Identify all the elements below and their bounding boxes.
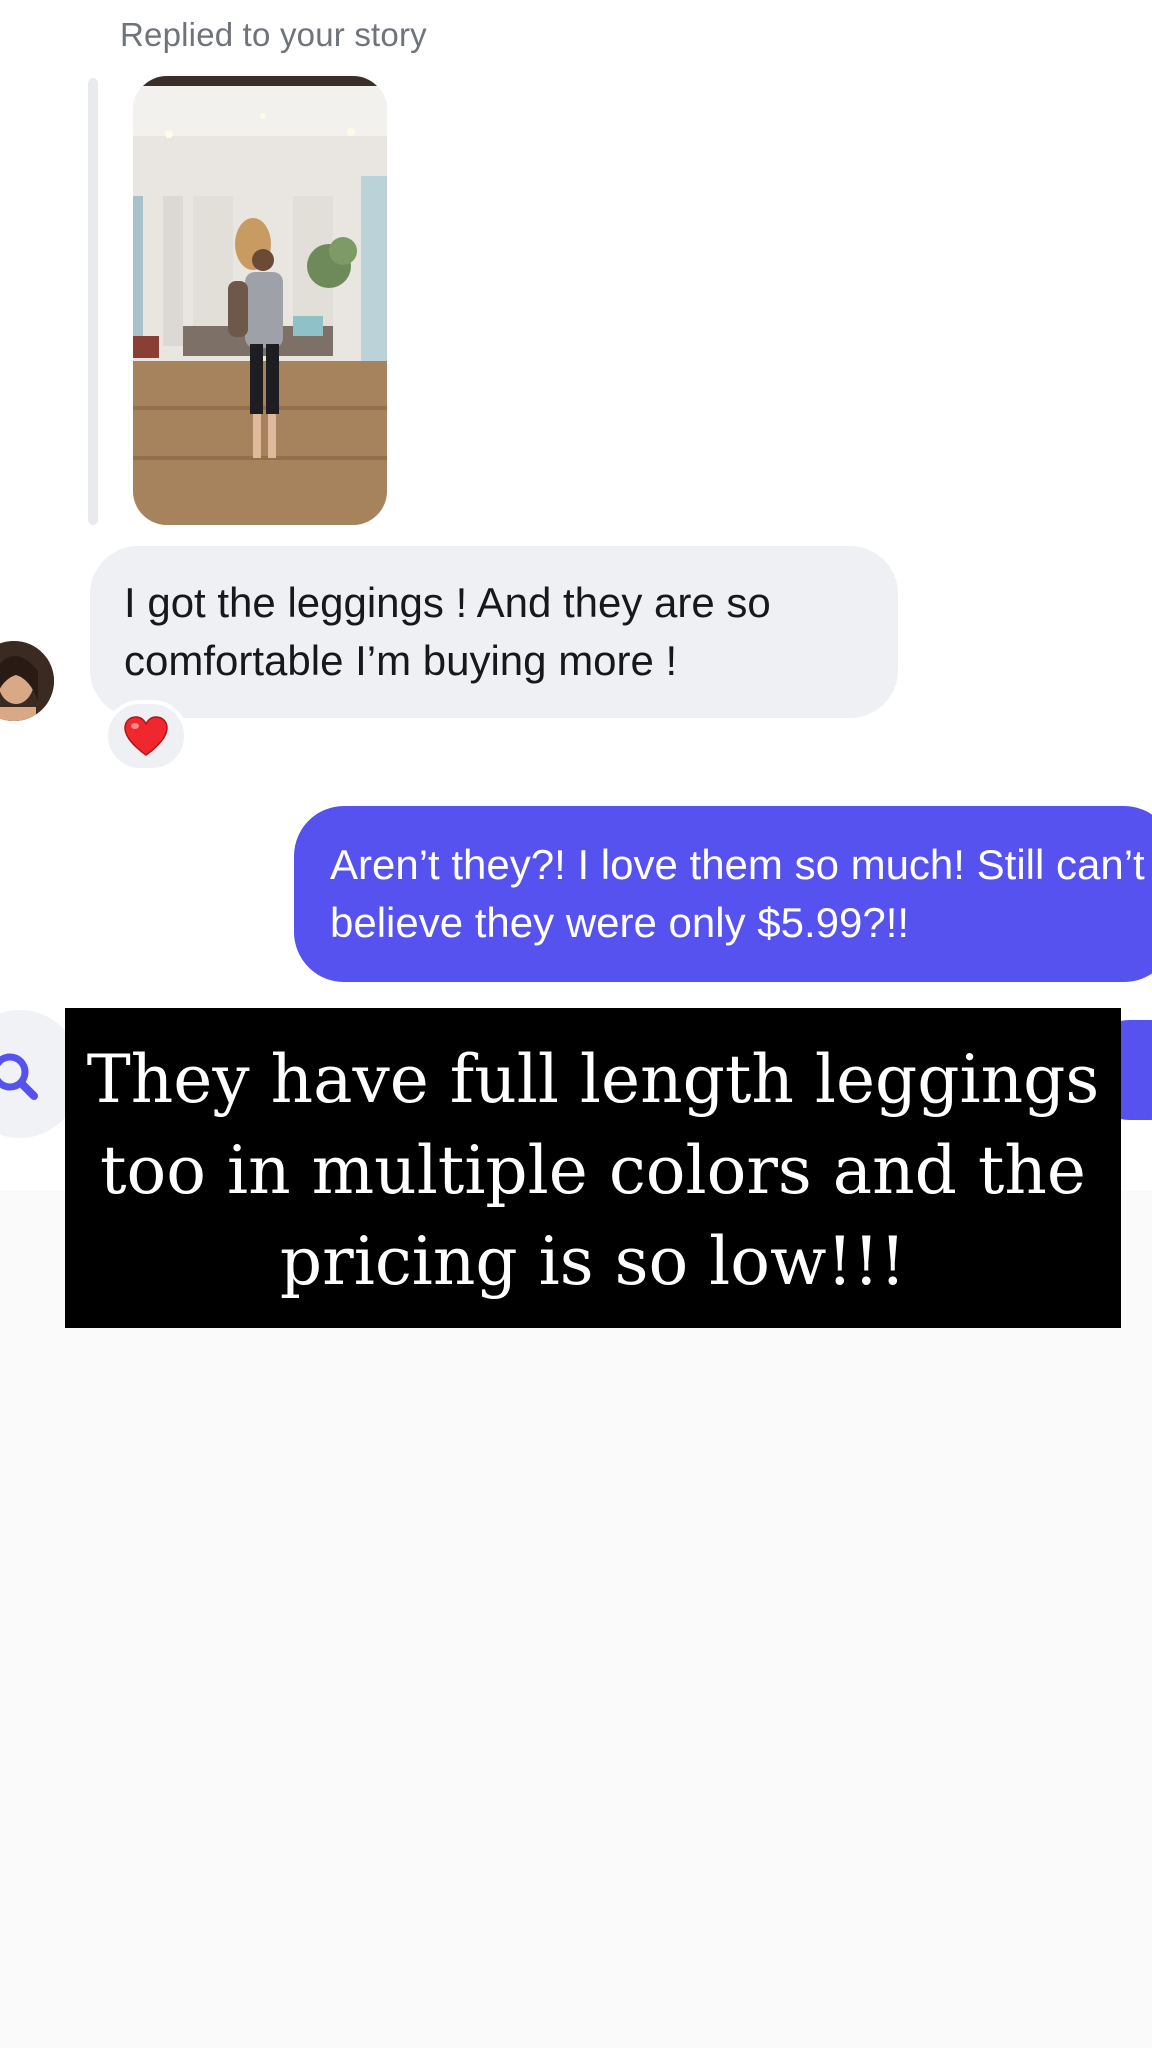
avatar-photo-icon	[0, 641, 54, 721]
search-icon[interactable]	[0, 1046, 44, 1106]
heart-reaction[interactable]	[104, 700, 188, 772]
heart-icon	[124, 716, 168, 756]
story-photo-icon	[133, 76, 387, 525]
replied-to-story-label: Replied to your story	[120, 16, 427, 53]
story-thumbnail[interactable]	[133, 76, 387, 525]
overlay-caption: They have full length leggings too in mu…	[65, 1008, 1121, 1328]
reply-quote-bar	[88, 78, 98, 525]
outgoing-message-bubble[interactable]: Aren’t they?! I love them so much! Still…	[294, 806, 1152, 982]
incoming-message-bubble[interactable]: I got the leggings ! And they are so com…	[90, 546, 898, 718]
sender-avatar[interactable]	[0, 641, 54, 721]
